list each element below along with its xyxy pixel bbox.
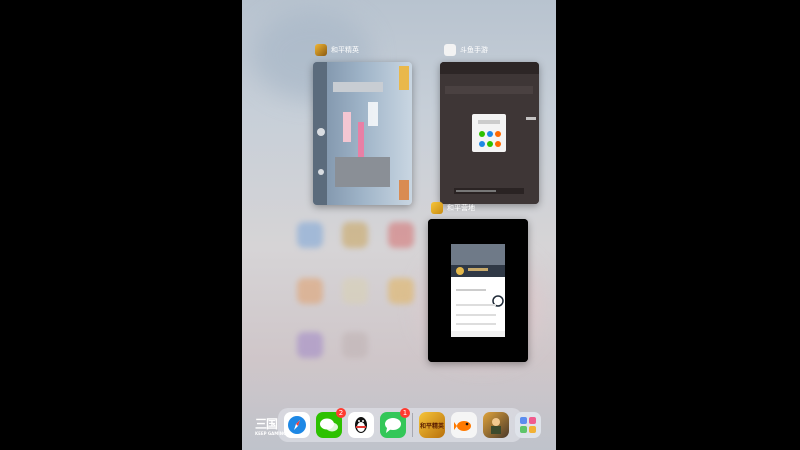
wechat-glyph bbox=[320, 418, 338, 432]
app-card-stream[interactable] bbox=[440, 62, 539, 204]
qq-penguin-glyph bbox=[355, 417, 367, 433]
messages-badge: 1 bbox=[400, 408, 410, 418]
douyu-fish-glyph bbox=[454, 421, 471, 431]
watermark-small: KEEP GAMING bbox=[255, 431, 287, 436]
app-switcher-screen: 和平精英 斗鱼手游 和平营地 2 1 和平精英 bbox=[242, 0, 556, 450]
home-icon-ghost bbox=[342, 278, 368, 304]
wechat-icon[interactable]: 2 bbox=[316, 408, 346, 438]
messages-glyph bbox=[385, 418, 401, 433]
card-title-stream: 斗鱼手游 bbox=[444, 44, 488, 56]
dock: 2 1 和平精英 bbox=[278, 408, 541, 442]
card-title-companion: 和平营地 bbox=[431, 202, 475, 214]
wechat-badge: 2 bbox=[336, 408, 346, 418]
app-library-grid-glyph bbox=[520, 417, 536, 433]
heping-yingdi-icon bbox=[431, 202, 443, 214]
heping-jingying-icon[interactable]: 和平精英 bbox=[419, 412, 445, 438]
heping-jingying-icon bbox=[315, 44, 327, 56]
dock-separator bbox=[412, 413, 413, 437]
safari-icon[interactable] bbox=[284, 412, 310, 438]
watermark-big: 三国 bbox=[255, 417, 278, 431]
stream-screenshot bbox=[440, 62, 539, 204]
home-icon-ghost bbox=[297, 278, 323, 304]
app-card-game[interactable] bbox=[313, 62, 412, 205]
douyu-icon bbox=[444, 44, 456, 56]
qq-icon[interactable] bbox=[348, 412, 374, 438]
home-icon-ghost bbox=[297, 222, 323, 248]
card-title-game: 和平精英 bbox=[315, 44, 359, 56]
game-screenshot bbox=[313, 62, 412, 205]
home-icon-ghost bbox=[388, 222, 414, 248]
safari-glyph bbox=[288, 416, 306, 434]
pubg-character-glyph bbox=[491, 418, 501, 434]
home-icon-ghost bbox=[342, 332, 368, 358]
home-icon-ghost bbox=[388, 278, 414, 304]
companion-screenshot bbox=[428, 219, 528, 362]
messages-icon[interactable]: 1 bbox=[380, 408, 410, 438]
pubg-game-icon[interactable] bbox=[483, 412, 509, 438]
watermark-logo: 三国 KEEP GAMING bbox=[255, 415, 286, 436]
app-card-companion[interactable] bbox=[428, 219, 528, 362]
app-library-icon[interactable] bbox=[515, 412, 541, 438]
home-icon-ghost bbox=[342, 222, 368, 248]
douyu-icon[interactable] bbox=[451, 412, 477, 438]
home-icon-ghost bbox=[297, 332, 323, 358]
heping-jingying-label: 和平精英 bbox=[419, 422, 444, 430]
